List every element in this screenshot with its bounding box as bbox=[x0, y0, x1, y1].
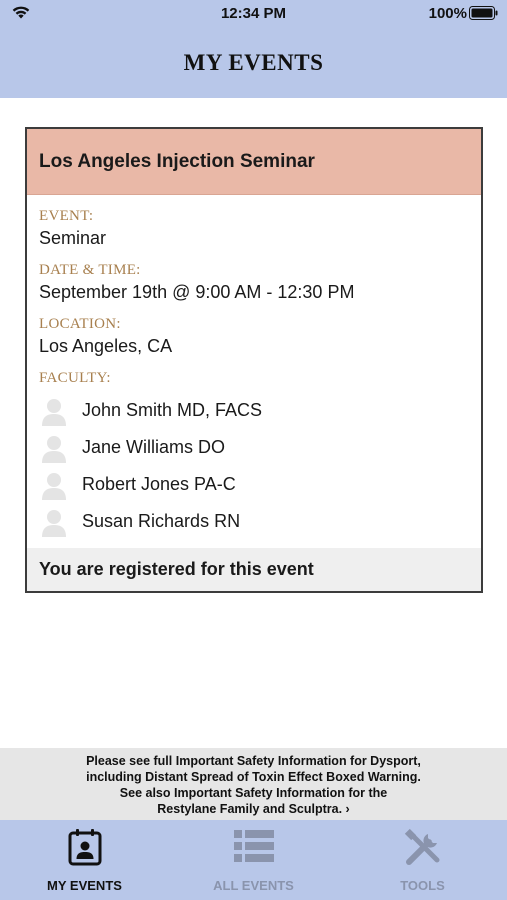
battery-icon bbox=[469, 6, 499, 24]
event-title: Los Angeles Injection Seminar bbox=[27, 129, 481, 195]
tools-icon bbox=[403, 828, 443, 873]
datetime-label: DATE & TIME: bbox=[39, 262, 141, 278]
tab-bar: MY EVENTS ALL EVENTS TOOLS bbox=[0, 820, 507, 900]
location-label: LOCATION: bbox=[39, 316, 121, 332]
safety-line: including Distant Spread of Toxin Effect… bbox=[86, 770, 421, 784]
faculty-name: Susan Richards RN bbox=[82, 511, 241, 531]
safety-line: See also Important Safety Information fo… bbox=[119, 786, 388, 800]
status-bar: 12:34 PM 100% bbox=[0, 0, 507, 28]
avatar-placeholder-icon bbox=[39, 470, 69, 500]
top-bar: 12:34 PM 100% MY EVENTS bbox=[0, 0, 507, 98]
safety-line: Restylane Family and Sculptra. › bbox=[157, 802, 350, 816]
tab-label: TOOLS bbox=[400, 878, 445, 893]
faculty-item[interactable]: John Smith MD, FACS bbox=[39, 392, 469, 429]
event-details: EVENT: Seminar DATE & TIME: September 19… bbox=[27, 195, 481, 540]
registration-status: You are registered for this event bbox=[27, 548, 481, 591]
event-type-label: EVENT: bbox=[39, 208, 94, 224]
faculty-list: John Smith MD, FACS Jane Williams DO Rob… bbox=[39, 392, 469, 540]
faculty-name: Robert Jones PA-C bbox=[82, 474, 236, 494]
page-title: MY EVENTS bbox=[183, 50, 324, 75]
safety-information-link[interactable]: Please see full Important Safety Informa… bbox=[0, 748, 507, 820]
safety-line: Please see full Important Safety Informa… bbox=[86, 754, 421, 768]
tab-all-events[interactable]: ALL EVENTS bbox=[169, 820, 338, 900]
calendar-person-icon bbox=[68, 828, 102, 871]
avatar-placeholder-icon bbox=[39, 433, 69, 463]
list-icon bbox=[233, 828, 274, 869]
datetime-value: September 19th @ 9:00 AM - 12:30 PM bbox=[39, 282, 355, 302]
avatar-placeholder-icon bbox=[39, 507, 69, 537]
faculty-item[interactable]: Robert Jones PA-C bbox=[39, 466, 469, 503]
avatar-placeholder-icon bbox=[39, 396, 69, 426]
faculty-name: Jane Williams DO bbox=[82, 437, 226, 457]
battery-percentage: 100% bbox=[428, 5, 467, 22]
tab-my-events[interactable]: MY EVENTS bbox=[0, 820, 169, 900]
main-content: Los Angeles Injection Seminar EVENT: Sem… bbox=[0, 98, 507, 748]
faculty-name: John Smith MD, FACS bbox=[82, 400, 263, 420]
tab-tools[interactable]: TOOLS bbox=[338, 820, 507, 900]
tab-label: MY EVENTS bbox=[47, 878, 122, 893]
event-type-value: Seminar bbox=[39, 228, 107, 248]
event-card[interactable]: Los Angeles Injection Seminar EVENT: Sem… bbox=[25, 127, 483, 593]
tab-label: ALL EVENTS bbox=[213, 878, 294, 893]
faculty-item[interactable]: Susan Richards RN bbox=[39, 503, 469, 540]
location-value: Los Angeles, CA bbox=[39, 336, 173, 356]
faculty-item[interactable]: Jane Williams DO bbox=[39, 429, 469, 466]
faculty-label: FACULTY: bbox=[39, 370, 111, 386]
